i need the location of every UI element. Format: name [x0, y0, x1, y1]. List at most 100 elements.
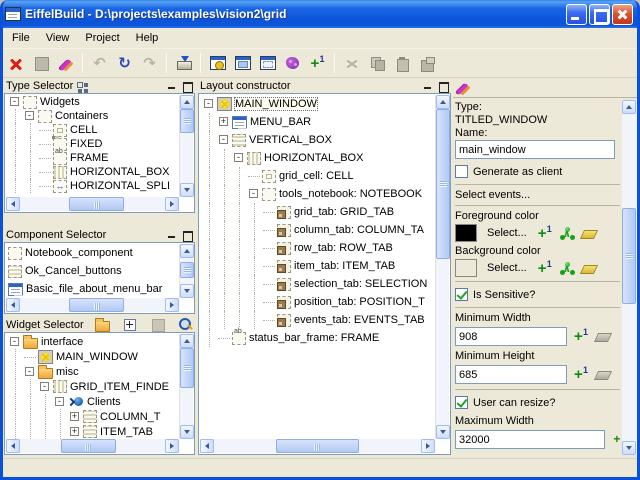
background-select-button[interactable]: Select... [483, 261, 531, 275]
tree-node[interactable]: Notebook_component [6, 244, 179, 262]
scroll-right-icon[interactable] [165, 439, 179, 453]
add-one-icon[interactable] [613, 434, 620, 446]
horizontal-scrollbar[interactable] [6, 298, 179, 312]
scroll-track[interactable] [20, 298, 165, 312]
horizontal-scrollbar[interactable] [6, 197, 179, 211]
tree-node[interactable]: status_bar_frame: FRAME [200, 329, 435, 347]
collapse-icon[interactable]: - [8, 334, 23, 349]
nodes-icon[interactable] [559, 261, 575, 276]
minimize-icon[interactable] [566, 4, 587, 25]
collapse-icon[interactable]: - [23, 364, 38, 379]
scroll-track[interactable] [180, 109, 193, 183]
tree-node[interactable]: -MAIN_WINDOW [200, 95, 435, 113]
tree-node[interactable]: FIXED [6, 137, 179, 151]
expand-icon[interactable]: + [68, 409, 83, 424]
scroll-left-icon[interactable] [6, 439, 20, 453]
user-can-resize-checkbox[interactable] [455, 396, 468, 409]
foreground-select-button[interactable]: Select... [483, 226, 531, 240]
debug-button[interactable] [281, 52, 304, 75]
scroll-track[interactable] [180, 348, 193, 425]
scroll-right-icon[interactable] [165, 298, 179, 312]
menu-file[interactable]: File [4, 30, 38, 46]
name-input[interactable] [455, 140, 615, 159]
tree-node[interactable]: Basic_file_about_menu_bar [6, 280, 179, 298]
tree-node[interactable]: -VERTICAL_BOX [200, 131, 435, 149]
add-one-icon[interactable] [537, 261, 553, 276]
delete-button[interactable] [4, 52, 27, 75]
collapse-icon[interactable]: - [23, 109, 38, 123]
collapse-icon[interactable]: - [217, 131, 232, 149]
close-icon[interactable] [612, 4, 633, 25]
tree-node[interactable]: grid_tab: GRID_TAB [200, 203, 435, 221]
build-wrench-button[interactable] [54, 52, 77, 75]
expand-icon[interactable]: + [68, 424, 83, 439]
refresh-button[interactable] [113, 52, 136, 75]
collapse-icon[interactable]: - [247, 185, 262, 203]
panel-maximize-icon[interactable] [181, 229, 193, 241]
scroll-up-icon[interactable] [622, 100, 636, 114]
tree-node[interactable]: HORIZONTAL_BOX [6, 165, 179, 179]
tree-node[interactable]: position_tab: POSITION_T [200, 293, 435, 311]
scroll-down-icon[interactable] [180, 425, 194, 439]
scroll-up-icon[interactable] [180, 95, 194, 109]
scroll-track[interactable] [20, 439, 165, 453]
eraser-icon[interactable] [581, 226, 597, 241]
tree-node[interactable]: -tools_notebook: NOTEBOOK [200, 185, 435, 203]
scroll-track[interactable] [180, 258, 193, 284]
expand-icon[interactable]: + [217, 113, 232, 131]
scroll-up-icon[interactable] [180, 244, 194, 258]
window-layout-button[interactable] [256, 52, 279, 75]
scroll-thumb[interactable] [69, 197, 124, 211]
eraser-icon[interactable] [581, 261, 597, 276]
add-one-icon[interactable] [573, 367, 589, 382]
scroll-up-icon[interactable] [436, 95, 450, 109]
tree-node[interactable]: MAIN_WINDOW [6, 349, 179, 364]
select-events-button[interactable]: Select events... [455, 189, 620, 201]
panel-minimize-icon[interactable] [166, 80, 178, 92]
tree-node[interactable]: -Clients [6, 394, 179, 409]
maximum-width-input[interactable] [455, 430, 605, 449]
panel-maximize-icon[interactable] [181, 80, 193, 92]
tree-node[interactable]: selection_tab: SELECTION [200, 275, 435, 293]
tree-node[interactable]: -misc [6, 364, 179, 379]
menu-view[interactable]: View [38, 30, 78, 46]
panel-maximize-icon[interactable] [437, 80, 449, 92]
panel-minimize-icon[interactable] [422, 80, 434, 92]
scroll-track[interactable] [20, 197, 165, 211]
scroll-track[interactable] [436, 109, 449, 425]
scroll-right-icon[interactable] [165, 197, 179, 211]
tree-node[interactable]: Ok_Cancel_buttons [6, 262, 179, 280]
tree-node[interactable]: -HORIZONTAL_BOX [200, 149, 435, 167]
scroll-thumb[interactable] [69, 298, 124, 312]
vertical-scrollbar[interactable] [179, 244, 193, 298]
collapse-icon[interactable]: - [38, 379, 53, 394]
generate-button[interactable] [172, 52, 195, 75]
collapse-icon[interactable]: - [8, 95, 23, 109]
scroll-thumb[interactable] [180, 348, 194, 388]
tree-node[interactable]: +MENU_BAR [200, 113, 435, 131]
collapse-icon[interactable]: - [202, 95, 217, 113]
tree-node[interactable]: item_tab: ITEM_TAB [200, 257, 435, 275]
add-one-button[interactable] [306, 52, 329, 75]
minimum-height-input[interactable] [455, 365, 567, 384]
scroll-up-icon[interactable] [180, 334, 194, 348]
generate-as-client-checkbox[interactable] [455, 165, 468, 178]
tree-node[interactable]: -Containers [6, 109, 179, 123]
scroll-thumb[interactable] [180, 262, 194, 278]
horizontal-scrollbar[interactable] [200, 439, 435, 453]
tree-node[interactable]: events_tab: EVENTS_TAB [200, 311, 435, 329]
tree-node[interactable]: +ITEM_TAB [6, 424, 179, 439]
scroll-down-icon[interactable] [436, 425, 450, 439]
scroll-down-icon[interactable] [622, 441, 636, 455]
menu-help[interactable]: Help [128, 30, 167, 46]
scroll-thumb[interactable] [436, 109, 450, 259]
scroll-thumb[interactable] [180, 109, 194, 133]
minimum-width-input[interactable] [455, 327, 567, 346]
scroll-right-icon[interactable] [421, 439, 435, 453]
maximize-icon[interactable] [589, 4, 610, 25]
vertical-scrollbar[interactable] [435, 95, 449, 439]
panel-minimize-icon[interactable] [166, 229, 178, 241]
window-settings-button[interactable] [206, 52, 229, 75]
scroll-thumb[interactable] [276, 439, 359, 453]
is-sensitive-checkbox[interactable] [455, 288, 468, 301]
